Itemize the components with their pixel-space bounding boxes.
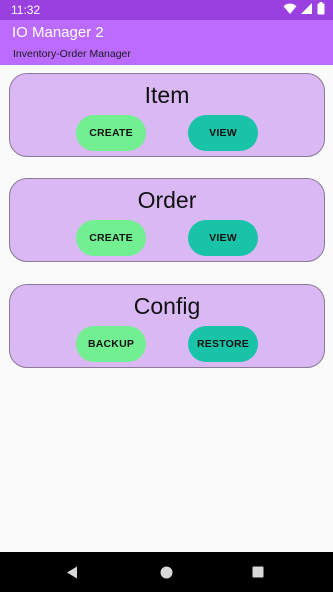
status-time: 11:32 bbox=[11, 3, 41, 17]
config-restore-button[interactable]: RESTORE bbox=[188, 326, 258, 362]
config-card-title: Config bbox=[133, 293, 201, 319]
app-bar: IO Manager 2 Inventory-Order Manager bbox=[0, 20, 333, 65]
status-icons bbox=[283, 2, 325, 18]
wifi-icon bbox=[283, 3, 297, 18]
config-card: Config BACKUP RESTORE bbox=[9, 284, 325, 368]
item-create-button[interactable]: CREATE bbox=[76, 115, 146, 151]
signal-icon bbox=[301, 2, 313, 18]
app-title: IO Manager 2 bbox=[12, 24, 104, 41]
home-icon[interactable] bbox=[146, 552, 186, 592]
order-create-button[interactable]: CREATE bbox=[76, 220, 146, 256]
back-icon[interactable] bbox=[52, 552, 92, 592]
item-view-button[interactable]: VIEW bbox=[188, 115, 258, 151]
order-card: Order CREATE VIEW bbox=[9, 178, 325, 262]
item-card: Item CREATE VIEW bbox=[9, 73, 325, 157]
item-card-title: Item bbox=[144, 82, 190, 108]
config-backup-button[interactable]: BACKUP bbox=[76, 326, 146, 362]
status-bar: 11:32 bbox=[0, 0, 333, 20]
app-subtitle: Inventory-Order Manager bbox=[13, 48, 131, 60]
order-card-title: Order bbox=[137, 187, 197, 213]
app-screen: 11:32 IO Manager 2 Inventory-Order Manag… bbox=[0, 0, 333, 592]
navigation-bar bbox=[0, 552, 333, 592]
recents-icon[interactable] bbox=[238, 552, 278, 592]
battery-icon bbox=[317, 2, 325, 18]
order-view-button[interactable]: VIEW bbox=[188, 220, 258, 256]
